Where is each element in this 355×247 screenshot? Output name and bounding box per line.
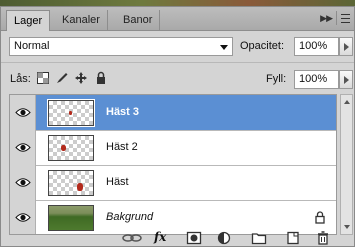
layers-panel: Lager Kanaler Banor ▶▶ Normal Opacitet: …: [0, 6, 355, 247]
adjustment-layer-icon[interactable]: [217, 231, 233, 245]
layer-list: Häst 3 Häst 2 Häst Bakgrund: [9, 94, 337, 235]
scroll-up-icon[interactable]: [344, 100, 350, 104]
eye-icon: [15, 108, 31, 117]
lock-transparent-icon[interactable]: [36, 71, 50, 85]
layer-row-hast-3[interactable]: Häst 3: [10, 95, 336, 131]
layers-toolbar: fx: [1, 229, 354, 247]
fx-icon[interactable]: fx: [154, 230, 166, 244]
lock-all-icon[interactable]: [94, 71, 108, 85]
eye-icon: [15, 213, 31, 222]
new-layer-icon[interactable]: [285, 231, 301, 245]
chevron-down-icon: [220, 45, 228, 50]
layer-row-hast[interactable]: Häst: [10, 165, 336, 201]
lock-label: Lås:: [10, 73, 31, 85]
panel-menu-icon[interactable]: [336, 11, 350, 25]
layer-row-hast-2[interactable]: Häst 2: [10, 130, 336, 166]
layer-lock-icon: [315, 211, 325, 224]
trash-icon[interactable]: [315, 231, 331, 245]
collapse-arrows-icon[interactable]: ▶▶: [320, 13, 333, 24]
blend-mode-value: Normal: [14, 40, 50, 52]
opacity-slider-button[interactable]: [339, 37, 353, 56]
layer-thumbnail: [48, 170, 94, 196]
fill-slider-button[interactable]: [339, 70, 353, 89]
layer-name[interactable]: Häst 3: [106, 106, 139, 118]
fill-input[interactable]: 100%: [294, 70, 339, 89]
layers-scrollbar[interactable]: [340, 94, 353, 235]
layer-thumbnail: [48, 205, 94, 231]
eye-icon: [15, 143, 31, 152]
blend-mode-select[interactable]: Normal: [9, 37, 233, 56]
layer-name[interactable]: Häst 2: [106, 141, 138, 153]
new-group-icon[interactable]: [251, 231, 267, 245]
tab-lager[interactable]: Lager: [6, 10, 51, 31]
lock-image-icon[interactable]: [55, 71, 69, 85]
layer-thumbnail: [47, 99, 95, 127]
opacity-input[interactable]: 100%: [294, 37, 339, 56]
visibility-toggle[interactable]: [10, 130, 36, 165]
eye-icon: [15, 178, 31, 187]
lock-position-icon[interactable]: [74, 71, 88, 85]
fill-label: Fyll:: [266, 73, 287, 85]
visibility-toggle[interactable]: [10, 95, 36, 130]
panel-tab-bar: Lager Kanaler Banor ▶▶: [1, 7, 354, 31]
opacity-label: Opacitet:: [240, 40, 285, 52]
link-layers-icon[interactable]: [121, 231, 143, 245]
tab-banor[interactable]: Banor: [116, 10, 161, 31]
layer-thumbnail: [48, 135, 94, 161]
layer-name[interactable]: Bakgrund: [106, 211, 153, 223]
layer-mask-icon[interactable]: [186, 231, 202, 245]
tab-kanaler[interactable]: Kanaler: [55, 10, 108, 31]
visibility-toggle[interactable]: [10, 165, 36, 200]
layer-name[interactable]: Häst: [106, 176, 129, 188]
divider: [1, 62, 354, 63]
